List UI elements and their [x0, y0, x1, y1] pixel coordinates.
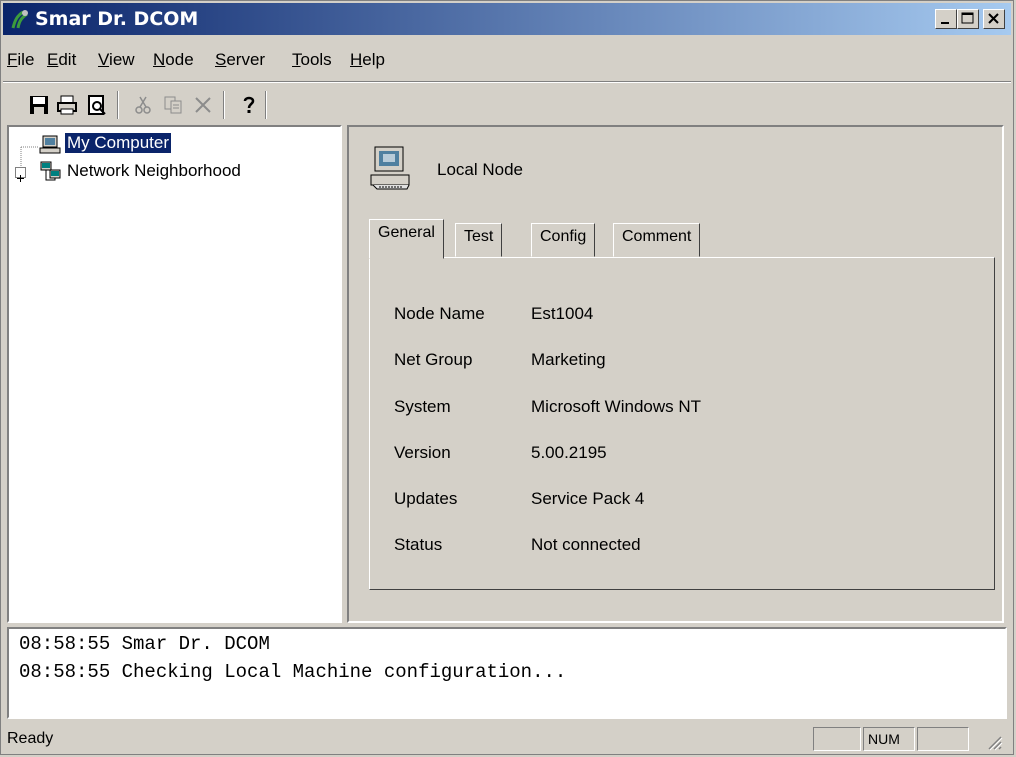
general-tab-panel: Node Name Est1004 Net Group Marketing Sy… — [369, 257, 995, 590]
prop-label: Version — [394, 443, 451, 462]
prop-value-status: Not connected — [531, 535, 641, 554]
copy-icon — [164, 96, 182, 114]
prop-label: Updates — [394, 489, 458, 508]
save-icon — [30, 96, 48, 114]
cut-icon — [135, 96, 151, 114]
print-button[interactable] — [53, 91, 81, 119]
status-cell-num: NUM — [863, 727, 915, 751]
tab-config-label: Config — [540, 228, 587, 245]
tab-comment[interactable]: Comment — [613, 223, 701, 257]
resize-grip-icon[interactable] — [985, 733, 1003, 751]
prop-label: Node Name — [394, 304, 485, 323]
num-lock-indicator: NUM — [868, 731, 900, 747]
status-text: Ready — [7, 730, 54, 747]
cut-button[interactable] — [129, 91, 157, 119]
node-tree[interactable]: My Computer Network Neighborhood — [7, 125, 342, 623]
menu-node[interactable]: Node — [153, 50, 194, 70]
print-preview-icon — [88, 95, 106, 115]
title-bar[interactable]: Smar Dr. DCOM — [3, 3, 1011, 35]
status-cell-caps — [813, 727, 861, 751]
prop-value-node-name: Est1004 — [531, 304, 594, 323]
menu-bar: File Edit View Node Server Tools Help — [3, 45, 1011, 75]
help-icon — [243, 96, 255, 113]
menu-file[interactable]: File — [7, 50, 34, 70]
tab-config[interactable]: Config — [531, 223, 596, 257]
delete-icon — [195, 97, 211, 113]
window-title: Smar Dr. DCOM — [35, 8, 199, 30]
print-icon — [57, 95, 77, 115]
prop-value-system: Microsoft Windows NT — [531, 397, 702, 416]
node-details-pane: Local Node General Test Config Comment N… — [347, 125, 1004, 623]
tree-item-network-neighborhood[interactable]: Network Neighborhood — [67, 161, 241, 181]
menu-edit[interactable]: Edit — [47, 50, 76, 70]
menu-server[interactable]: Server — [215, 50, 265, 70]
prop-label: Status — [394, 535, 443, 554]
status-bar: Ready NUM — [3, 725, 1011, 753]
tree-item-my-computer[interactable]: My Computer — [65, 133, 172, 153]
log-output[interactable]: 08:58:55 Smar Dr. DCOM 08:58:55 Checking… — [7, 627, 1007, 719]
plus-icon — [17, 175, 24, 182]
menu-view[interactable]: View — [98, 50, 135, 70]
delete-button[interactable] — [189, 91, 217, 119]
minimize-icon — [941, 22, 949, 24]
node-title: Local Node — [437, 160, 524, 179]
close-button[interactable] — [983, 9, 1005, 29]
toolbar — [3, 85, 1011, 125]
log-line: 08:58:55 Smar Dr. DCOM — [19, 633, 270, 655]
status-cell-scrl — [917, 727, 969, 751]
local-node-icon — [370, 146, 410, 190]
help-button[interactable] — [235, 91, 263, 119]
minimize-button[interactable] — [935, 9, 957, 29]
app-icon — [11, 10, 28, 29]
close-icon — [988, 13, 999, 24]
menu-divider — [3, 81, 1011, 83]
tab-general[interactable]: General — [369, 219, 444, 259]
menu-help[interactable]: Help — [350, 50, 385, 70]
tab-comment-label: Comment — [622, 228, 692, 245]
maximize-button[interactable] — [957, 9, 979, 29]
toolbar-separator — [117, 91, 119, 119]
copy-button[interactable] — [159, 91, 187, 119]
prop-value-net-group: Marketing — [531, 350, 606, 369]
expand-toggle[interactable] — [15, 167, 26, 182]
network-neighborhood-icon — [40, 161, 61, 181]
my-computer-icon — [39, 135, 61, 154]
print-preview-button[interactable] — [83, 91, 111, 119]
menu-tools[interactable]: Tools — [292, 50, 332, 70]
tab-general-label: General — [378, 224, 435, 241]
save-button[interactable] — [25, 91, 53, 119]
tab-test[interactable]: Test — [455, 223, 503, 257]
prop-label: Net Group — [394, 350, 473, 369]
toolbar-end-separator — [265, 91, 267, 119]
app-window: Smar Dr. DCOM File Edit View Node Server… — [0, 0, 1014, 755]
log-line: 08:58:55 Checking Local Machine configur… — [19, 661, 567, 683]
tab-test-label: Test — [464, 228, 494, 245]
maximize-icon — [961, 12, 974, 24]
toolbar-separator — [223, 91, 225, 119]
prop-value-version: 5.00.2195 — [531, 443, 607, 462]
prop-value-updates: Service Pack 4 — [531, 489, 645, 508]
prop-label: System — [394, 397, 451, 416]
